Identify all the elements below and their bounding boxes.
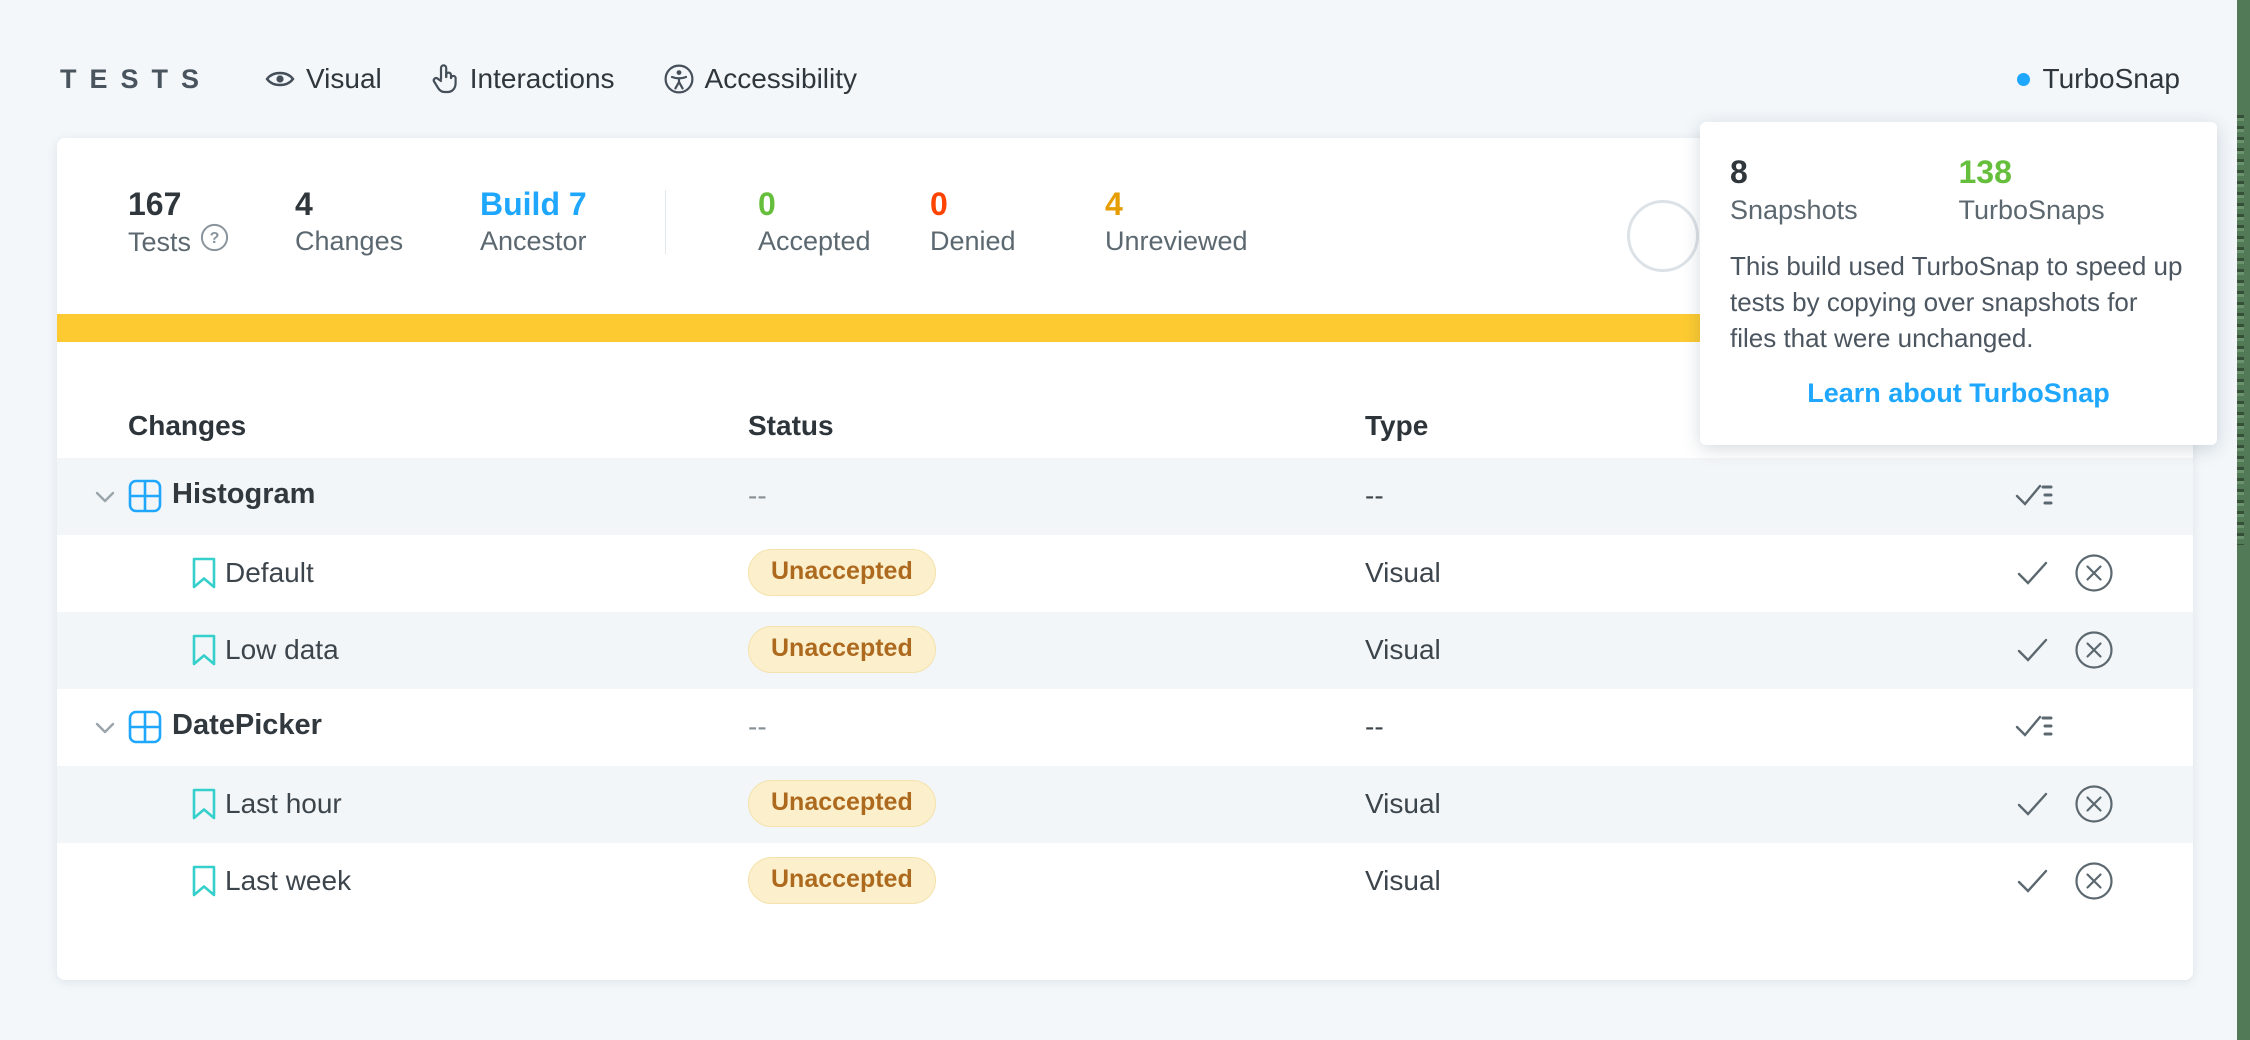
accessibility-icon [663,63,695,95]
tab-interactions[interactable]: Interactions [430,63,615,95]
status-cell: -- [748,480,767,512]
popover-stat-turbosnaps: 138 TurboSnaps [1959,152,2188,228]
stat-label: Unreviewed [1105,223,1248,259]
stat-value: 0 [930,185,1016,223]
stat-ancestor-build: Build 7 Ancestor [480,185,587,259]
status-cell: Unaccepted [748,865,936,912]
bookmark-icon [190,556,218,595]
changes-table: Histogram -- -- Default Unaccepted Visua… [57,458,2193,920]
stat-value: 8 [1730,152,1959,192]
tab-label: Accessibility [705,63,857,95]
turbosnap-label: TurboSnap [2043,63,2181,95]
stat-label: Snapshots [1730,192,1959,228]
question-circle-icon[interactable]: ? [200,223,229,261]
type-cell: Visual [1365,865,1441,897]
stat-value: 0 [758,185,871,223]
status-badge: Unaccepted [748,626,936,673]
bookmark-icon [190,864,218,903]
test-name[interactable]: Low data [225,634,339,666]
accept-icon[interactable] [2013,786,2053,827]
accept-icon[interactable] [2013,632,2053,673]
column-header-changes: Changes [128,410,246,442]
status-cell: Unaccepted [748,557,936,604]
stat-label: Ancestor [480,223,587,259]
turbosnap-toggle-button[interactable]: TurboSnap [2017,63,2181,95]
stat-label: Denied [930,223,1016,259]
stat-label: Changes [295,223,403,259]
stat-label: Tests [128,224,191,260]
deny-circle-x-icon[interactable] [2073,629,2115,676]
table-row-group-datepicker[interactable]: DatePicker -- -- [57,689,2193,766]
type-cell: Visual [1365,788,1441,820]
bookmark-icon [190,633,218,672]
ancestor-build-link[interactable]: Build 7 [480,185,587,223]
test-type-tabs: Visual Interactions [264,63,857,95]
table-row-test-last-hour[interactable]: Last hour Unaccepted Visual [57,766,2193,843]
turbosnap-description: This build used TurboSnap to speed up te… [1730,248,2187,356]
eye-icon [264,63,296,95]
test-name[interactable]: Last hour [225,788,342,820]
test-name[interactable]: Last week [225,865,351,897]
accept-icon[interactable] [2013,555,2053,596]
chevron-down-icon[interactable] [92,715,118,746]
column-header-status: Status [748,410,834,442]
status-cell: -- [748,711,767,743]
status-cell: Unaccepted [748,788,936,835]
stat-value: 138 [1959,152,2188,192]
stat-denied: 0 Denied [930,185,1016,259]
stat-value: 4 [295,185,403,223]
stat-tests: 167 Tests ? [128,185,229,261]
type-cell: -- [1365,480,1384,512]
deny-circle-x-icon[interactable] [2073,860,2115,907]
status-badge: Unaccepted [748,780,936,827]
stat-label: TurboSnaps [1959,192,2188,228]
partially-hidden-circle [1627,200,1699,272]
svg-text:?: ? [210,230,220,247]
accept-icon[interactable] [2013,863,2053,904]
group-name[interactable]: DatePicker [172,709,322,742]
stat-unreviewed: 4 Unreviewed [1105,185,1248,259]
tab-label: Interactions [470,63,615,95]
stat-value: 4 [1105,185,1248,223]
accept-all-icon[interactable] [2013,707,2057,752]
hand-pointer-icon [430,63,460,95]
stat-value: 167 [128,185,229,223]
type-cell: Visual [1365,634,1441,666]
learn-about-turbosnap-link[interactable]: Learn about TurboSnap [1730,378,2187,409]
turbosnap-popover: 8 Snapshots 138 TurboSnaps This build us… [1700,122,2217,445]
turbosnap-dot-icon [2017,73,2030,86]
type-cell: Visual [1365,557,1441,589]
table-row-test-default[interactable]: Default Unaccepted Visual [57,535,2193,612]
tab-visual[interactable]: Visual [264,63,382,95]
component-grid-icon [127,478,163,519]
page-title: TESTS [60,64,212,95]
deny-circle-x-icon[interactable] [2073,552,2115,599]
table-row-test-last-week[interactable]: Last week Unaccepted Visual [57,843,2193,920]
column-header-type: Type [1365,410,1428,442]
component-grid-icon [127,709,163,750]
status-badge: Unaccepted [748,857,936,904]
table-row-test-low-data[interactable]: Low data Unaccepted Visual [57,612,2193,689]
status-cell: Unaccepted [748,634,936,681]
accept-all-icon[interactable] [2013,476,2057,521]
tests-header: TESTS Visual Interactions [60,58,2180,100]
stat-changes: 4 Changes [295,185,403,259]
status-badge: Unaccepted [748,549,936,596]
table-row-group-histogram[interactable]: Histogram -- -- [57,458,2193,535]
type-cell: -- [1365,711,1384,743]
stat-label: Accepted [758,223,871,259]
deny-circle-x-icon[interactable] [2073,783,2115,830]
stats-divider [665,190,666,254]
cropped-window-edge [2237,0,2250,1040]
group-name[interactable]: Histogram [172,478,315,511]
tab-accessibility[interactable]: Accessibility [663,63,857,95]
popover-stat-snapshots: 8 Snapshots [1730,152,1959,228]
test-name[interactable]: Default [225,557,314,589]
bookmark-icon [190,787,218,826]
stat-accepted: 0 Accepted [758,185,871,259]
tab-label: Visual [306,63,382,95]
chevron-down-icon[interactable] [92,484,118,515]
